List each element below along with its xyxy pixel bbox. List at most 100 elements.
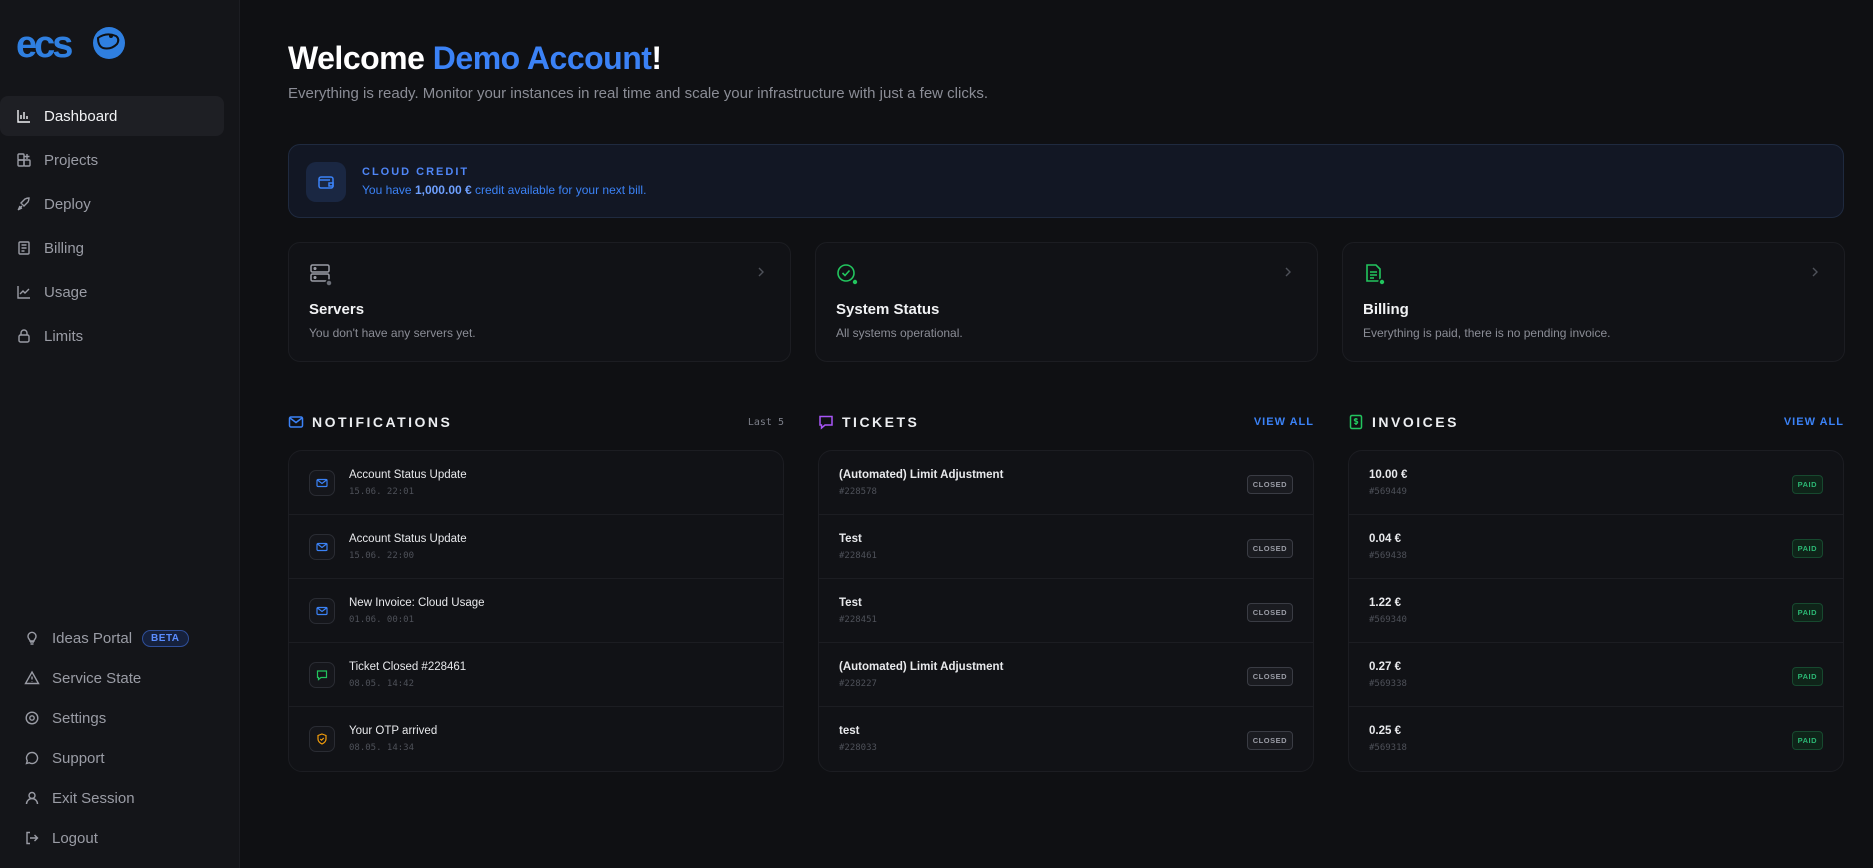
nav-label: Support [52, 749, 105, 767]
nav-support[interactable]: Support [0, 738, 240, 778]
notification-time: 01.06. 00:01 [349, 615, 415, 625]
notification-row[interactable]: Ticket Closed #228461 08.05. 14:42 [289, 643, 783, 707]
nav-label: Billing [44, 239, 85, 257]
nav-service-state[interactable]: Service State [0, 658, 240, 698]
invoice-id: #569449 [1369, 487, 1407, 497]
document-icon [1366, 264, 1386, 286]
shield-icon [309, 726, 335, 752]
card-desc: You don't have any servers yet. [309, 326, 476, 340]
invoice-id: #569338 [1369, 679, 1407, 689]
servers-card[interactable]: Servers You don't have any servers yet. [288, 242, 791, 362]
nav-label: Service State [52, 669, 142, 687]
section-title: NOTIFICATIONS [312, 414, 453, 430]
grid-plus-icon [17, 153, 31, 167]
system-status-card[interactable]: System Status All systems operational. [815, 242, 1318, 362]
last-5-label: Last 5 [747, 416, 784, 428]
notification-row[interactable]: New Invoice: Cloud Usage 01.06. 00:01 [289, 579, 783, 643]
svg-text:ecs: ecs [16, 24, 72, 62]
invoice-amount: 0.04 € [1369, 533, 1401, 545]
status-badge: PAID [1791, 539, 1823, 558]
nav-usage[interactable]: Usage [0, 272, 224, 312]
sidebar: ecs Dashboard Projects Deploy Billing Us… [0, 0, 240, 868]
card-title: Billing [1363, 301, 1409, 318]
lock-icon [18, 329, 30, 343]
notification-time: 15.06. 22:00 [349, 551, 415, 561]
notification-row[interactable]: Account Status Update 15.06. 22:00 [289, 515, 783, 579]
nav-settings[interactable]: Settings [0, 698, 240, 738]
notification-row[interactable]: Your OTP arrived 08.05. 14:34 [289, 707, 783, 771]
view-all-tickets-link[interactable]: VIEW ALL [1254, 416, 1314, 428]
nav-projects[interactable]: Projects [0, 140, 224, 180]
account-name: Demo Account [432, 40, 652, 76]
logout-icon [26, 831, 39, 845]
view-all-invoices-link[interactable]: VIEW ALL [1784, 416, 1844, 428]
chevron-right-icon [1285, 267, 1291, 277]
card-title: Servers [309, 301, 365, 318]
wallet-icon [306, 162, 346, 202]
status-badge: CLOSED [1246, 731, 1293, 750]
notification-title: New Invoice: Cloud Usage [349, 597, 485, 609]
ticket-title: (Automated) Limit Adjustment [839, 469, 1004, 481]
nav-label: Logout [52, 829, 98, 847]
invoice-id: #569438 [1369, 551, 1407, 561]
notification-time: 08.05. 14:34 [349, 743, 415, 753]
nav-exit-session[interactable]: Exit Session [0, 778, 240, 818]
server-icon [310, 264, 333, 287]
ticket-row[interactable]: (Automated) Limit Adjustment #228578 CLO… [819, 451, 1313, 515]
billing-card[interactable]: Billing Everything is paid, there is no … [1342, 242, 1845, 362]
notifications-list: Account Status Update 15.06. 22:01 Accou… [288, 450, 784, 772]
nav-label: Deploy [44, 195, 91, 213]
title-exclaim: ! [651, 40, 662, 76]
invoice-row[interactable]: 0.25 € #569318 PAID [1349, 707, 1843, 771]
status-badge: PAID [1791, 603, 1823, 622]
invoice-amount: 0.25 € [1369, 725, 1401, 737]
invoice-id: #569340 [1369, 615, 1407, 625]
nav-limits[interactable]: Limits [0, 316, 224, 356]
notification-row[interactable]: Account Status Update 15.06. 22:01 [289, 451, 783, 515]
mail-icon [309, 470, 335, 496]
bar-chart-icon [17, 110, 30, 123]
chevron-right-icon [758, 267, 764, 277]
credit-suffix: credit available for your next bill. [471, 183, 647, 197]
ticket-title: test [839, 725, 860, 737]
invoice-row[interactable]: 0.27 € #569338 PAID [1349, 643, 1843, 707]
nav-deploy[interactable]: Deploy [0, 184, 224, 224]
ticket-id: #228578 [839, 487, 877, 497]
status-badge: PAID [1791, 475, 1823, 494]
receipt-icon [18, 241, 30, 255]
invoice-row[interactable]: 10.00 € #569449 PAID [1349, 451, 1843, 515]
nav-ideas-portal[interactable]: Ideas Portal BETA [0, 618, 240, 658]
warning-icon [24, 670, 40, 685]
invoice-row[interactable]: 0.04 € #569438 PAID [1349, 515, 1843, 579]
ticket-title: (Automated) Limit Adjustment [839, 661, 1004, 673]
ticket-row[interactable]: (Automated) Limit Adjustment #228227 CLO… [819, 643, 1313, 707]
nav-dashboard[interactable]: Dashboard [0, 96, 224, 136]
invoice-row[interactable]: 1.22 € #569340 PAID [1349, 579, 1843, 643]
nav-billing[interactable]: Billing [0, 228, 224, 268]
chevron-right-icon [1812, 267, 1818, 277]
ticket-row[interactable]: Test #228451 CLOSED [819, 579, 1313, 643]
ticket-id: #228461 [839, 551, 877, 561]
invoice-amount: 1.22 € [1369, 597, 1401, 609]
nav-label: Exit Session [52, 789, 135, 807]
section-header: INVOICES VIEW ALL [1348, 410, 1844, 434]
chat-icon [819, 415, 833, 430]
gear-icon [25, 711, 39, 725]
status-badge: CLOSED [1246, 667, 1293, 686]
card-desc: All systems operational. [836, 326, 963, 340]
nav-logout[interactable]: Logout [0, 818, 240, 858]
secondary-nav: Ideas Portal BETA Service State Settings… [0, 618, 240, 858]
ticket-row[interactable]: Test #228461 CLOSED [819, 515, 1313, 579]
section-title: TICKETS [842, 414, 920, 430]
credit-text: You have 1,000.00 € credit available for… [362, 183, 646, 197]
ticket-title: Test [839, 597, 862, 609]
main-nav: Dashboard Projects Deploy Billing Usage … [0, 96, 224, 360]
nav-label: Limits [44, 327, 84, 345]
ticket-id: #228227 [839, 679, 877, 689]
ecs-logo[interactable]: ecs [16, 24, 128, 62]
tickets-list: (Automated) Limit Adjustment #228578 CLO… [818, 450, 1314, 772]
status-badge: CLOSED [1246, 603, 1293, 622]
card-desc: Everything is paid, there is no pending … [1363, 326, 1611, 340]
credit-amount: 1,000.00 € [414, 183, 472, 197]
ticket-row[interactable]: test #228033 CLOSED [819, 707, 1313, 771]
